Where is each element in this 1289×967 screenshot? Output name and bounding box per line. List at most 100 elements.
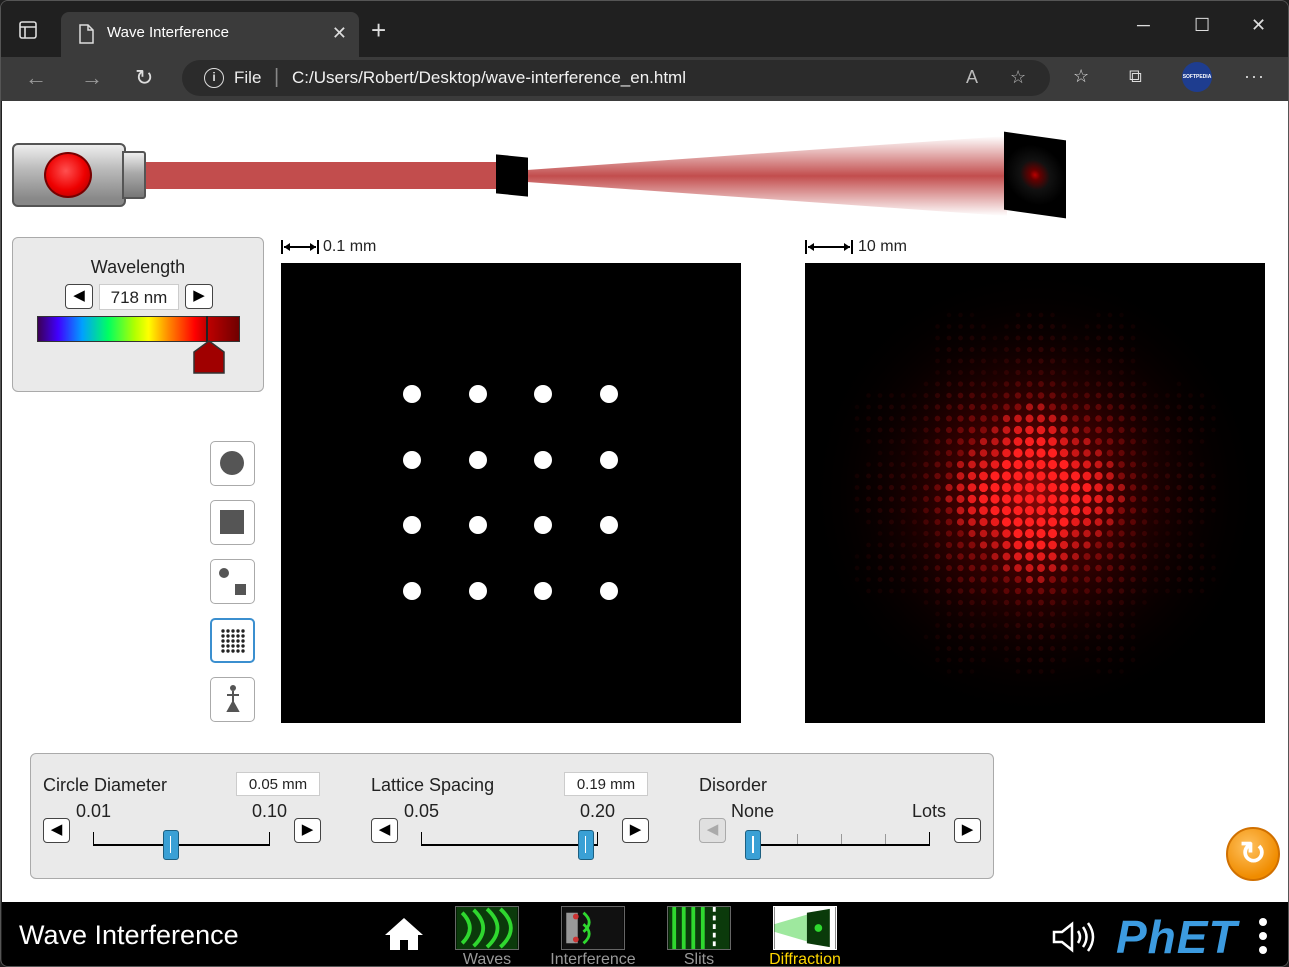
aperture-hole — [534, 516, 552, 534]
title-bar: Wave Interference ✕ + ─ ☐ ✕ — [1, 1, 1288, 57]
circle-diameter-slider-thumb[interactable] — [162, 830, 179, 860]
wavelength-spectrum[interactable] — [37, 316, 240, 342]
slits-screen-icon — [667, 906, 731, 950]
lattice-aperture-button[interactable] — [210, 618, 255, 663]
lattice-spacing-track[interactable] — [421, 844, 598, 846]
figure-icon — [226, 685, 240, 712]
lattice-spacing-increase-button[interactable]: ▶ — [622, 818, 649, 843]
circle-diameter-decrease-button[interactable]: ◀ — [43, 818, 70, 843]
screen-label-interference: Interference — [550, 951, 636, 967]
circle-square-icon — [219, 568, 246, 595]
maximize-icon[interactable]: ☐ — [1194, 15, 1210, 36]
refresh-icon[interactable]: ↻ — [135, 65, 153, 91]
laser-button[interactable] — [44, 152, 92, 198]
wavelength-slider-thumb[interactable] — [193, 340, 225, 374]
aperture-hole — [600, 582, 618, 600]
lattice-spacing-label: Lattice Spacing — [371, 775, 495, 795]
aperture-hole — [534, 451, 552, 469]
image-aperture-button[interactable] — [210, 677, 255, 722]
screen-tab-waves[interactable]: Waves — [437, 904, 537, 967]
lattice-spacing-decrease-button[interactable]: ◀ — [371, 818, 398, 843]
lattice-spacing-value: 0.19 mm — [564, 772, 648, 796]
sim-title: Wave Interference — [19, 920, 239, 950]
minimize-icon[interactable]: ─ — [1137, 15, 1150, 36]
browser-tab[interactable]: Wave Interference ✕ — [61, 12, 359, 57]
circle-diameter-min: 0.01 — [76, 801, 112, 821]
sound-icon[interactable] — [1052, 921, 1096, 953]
aperture-hole — [600, 516, 618, 534]
disorder-max: Lots — [912, 801, 947, 821]
aperture-controls-panel: Circle Diameter 0.05 mm 0.01 0.10 ◀ ▶ La… — [30, 753, 994, 879]
more-icon[interactable]: ··· — [1244, 66, 1265, 87]
circle-aperture-button[interactable] — [210, 441, 255, 486]
lattice-spacing-slider-thumb[interactable] — [577, 830, 594, 860]
laser-beam — [146, 162, 498, 189]
close-window-icon[interactable]: ✕ — [1251, 15, 1266, 36]
wavelength-panel: Wavelength ◀ 718 nm ▶ — [12, 237, 264, 392]
aperture-scale-label: 0.1 mm — [323, 238, 377, 255]
collections-icon[interactable]: ⧉ — [1129, 66, 1142, 87]
disorder-increase-button[interactable]: ▶ — [954, 818, 981, 843]
screen-label-waves: Waves — [462, 951, 512, 967]
reset-all-button[interactable]: ↻ — [1226, 827, 1280, 881]
aperture-hole — [403, 451, 421, 469]
aperture-hole — [469, 451, 487, 469]
disorder-slider-thumb[interactable] — [745, 830, 761, 860]
lattice-spacing-min: 0.05 — [404, 801, 440, 821]
diffraction-screen-icon — [773, 906, 837, 950]
aperture-hole — [534, 385, 552, 403]
info-icon[interactable]: i — [204, 68, 224, 88]
close-tab-icon[interactable]: ✕ — [332, 23, 347, 44]
diffraction-pattern-view — [805, 263, 1265, 723]
address-separator: | — [274, 66, 280, 88]
lattice-spacing-tick-min — [421, 832, 422, 845]
disorder-decrease-button[interactable]: ◀ — [699, 818, 726, 843]
disorder-label: Disorder — [699, 775, 768, 795]
address-bar[interactable]: i File | C:/Users/Robert/Desktop/wave-in… — [182, 60, 1050, 96]
aperture-hole — [600, 385, 618, 403]
favorites-icon[interactable]: ☆ — [1073, 66, 1089, 87]
aperture-hole — [534, 582, 552, 600]
laser-nozzle — [122, 151, 146, 199]
browser-window: Wave Interference ✕ + ─ ☐ ✕ ← → ↻ i File… — [0, 0, 1289, 967]
phet-logo[interactable]: PhET — [1116, 910, 1238, 964]
address-url[interactable]: C:/Users/Robert/Desktop/wave-interferenc… — [292, 68, 686, 88]
diffraction-pattern-graphic — [805, 263, 1265, 723]
circle-diameter-tick-max — [269, 832, 270, 845]
aperture-hole — [600, 451, 618, 469]
wavelength-decrease-button[interactable]: ◀ — [65, 284, 93, 309]
aperture-hole — [403, 516, 421, 534]
tab-actions-icon[interactable] — [17, 19, 39, 41]
back-icon[interactable]: ← — [25, 65, 47, 91]
disorder-tick — [841, 834, 842, 844]
disorder-track[interactable] — [753, 844, 930, 846]
aperture-hole — [403, 385, 421, 403]
lattice-spacing-tick-max — [597, 832, 598, 845]
rectangle-aperture-button[interactable] — [210, 500, 255, 545]
disorder-tick-max — [929, 832, 930, 845]
aperture-hole — [469, 385, 487, 403]
diffracted-beam-cone — [527, 136, 1007, 216]
circle-diameter-track[interactable] — [93, 844, 270, 846]
forward-icon[interactable]: → — [81, 65, 103, 91]
circle-diameter-max: 0.10 — [252, 801, 288, 821]
dot-grid-icon — [221, 629, 245, 653]
circle-diameter-increase-button[interactable]: ▶ — [294, 818, 321, 843]
profile-avatar[interactable]: SOFTPEDIA — [1182, 62, 1212, 92]
wavelength-value: 718 nm — [99, 284, 179, 310]
circle-diameter-value: 0.05 mm — [236, 772, 320, 796]
new-tab-button[interactable]: + — [371, 17, 386, 43]
wavelength-increase-button[interactable]: ▶ — [185, 284, 213, 309]
phet-menu-icon[interactable] — [1258, 916, 1268, 956]
disorder-tick — [797, 834, 798, 844]
home-icon[interactable] — [383, 916, 425, 952]
screen-label-slits: Slits — [683, 951, 715, 967]
add-favorite-icon[interactable]: ☆ — [1010, 67, 1026, 88]
read-aloud-icon[interactable]: A — [966, 67, 978, 88]
screen-tab-slits[interactable]: Slits — [649, 904, 749, 967]
interference-screen-icon — [561, 906, 625, 950]
wavefront-aperture-button[interactable] — [210, 559, 255, 604]
screen-tab-diffraction[interactable]: Diffraction — [755, 904, 855, 966]
lattice-spacing-max: 0.20 — [580, 801, 616, 821]
screen-tab-interference[interactable]: Interference — [543, 904, 643, 967]
